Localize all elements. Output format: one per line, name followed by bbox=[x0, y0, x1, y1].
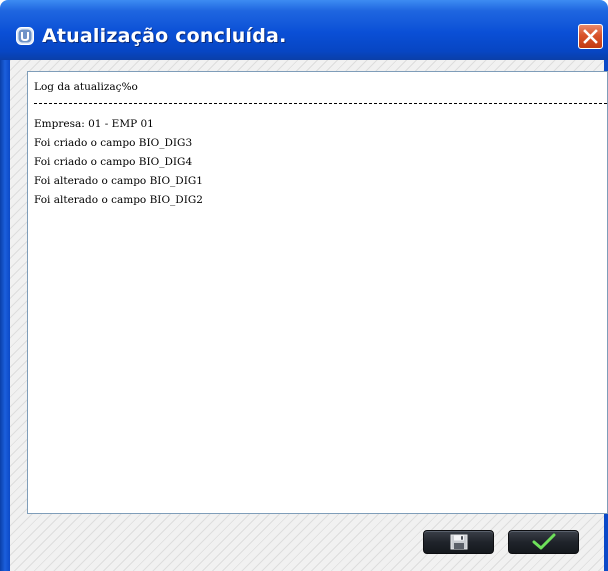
update-complete-dialog: Atualização concluída. Log da atualizaç%… bbox=[0, 0, 608, 571]
confirm-button[interactable] bbox=[508, 530, 579, 554]
update-log-textarea[interactable]: Log da atualizaç%o Empresa: 01 - EMP 01 … bbox=[27, 71, 608, 514]
log-line-field-altered-2: Foi alterado o campo BIO_DIG2 bbox=[34, 194, 203, 206]
log-line-field-created-1: Foi criado o campo BIO_DIG3 bbox=[34, 137, 193, 149]
checkmark-icon bbox=[532, 533, 555, 550]
log-line-field-created-2: Foi criado o campo BIO_DIG4 bbox=[34, 156, 193, 168]
save-log-button[interactable] bbox=[423, 530, 494, 554]
save-disk-icon bbox=[450, 534, 467, 550]
update-app-icon bbox=[16, 27, 34, 45]
window-frame-left bbox=[0, 60, 10, 571]
log-line-field-altered-1: Foi alterado o campo BIO_DIG1 bbox=[34, 175, 203, 187]
log-separator bbox=[34, 103, 607, 104]
close-button[interactable] bbox=[578, 24, 603, 49]
dialog-title: Atualização concluída. bbox=[42, 25, 287, 47]
log-line-company: Empresa: 01 - EMP 01 bbox=[34, 118, 154, 130]
dialog-body: Log da atualizaç%o Empresa: 01 - EMP 01 … bbox=[10, 60, 608, 571]
title-bar[interactable]: Atualização concluída. bbox=[0, 0, 608, 60]
log-header-line: Log da atualizaç%o bbox=[34, 81, 138, 93]
close-icon bbox=[583, 29, 598, 44]
